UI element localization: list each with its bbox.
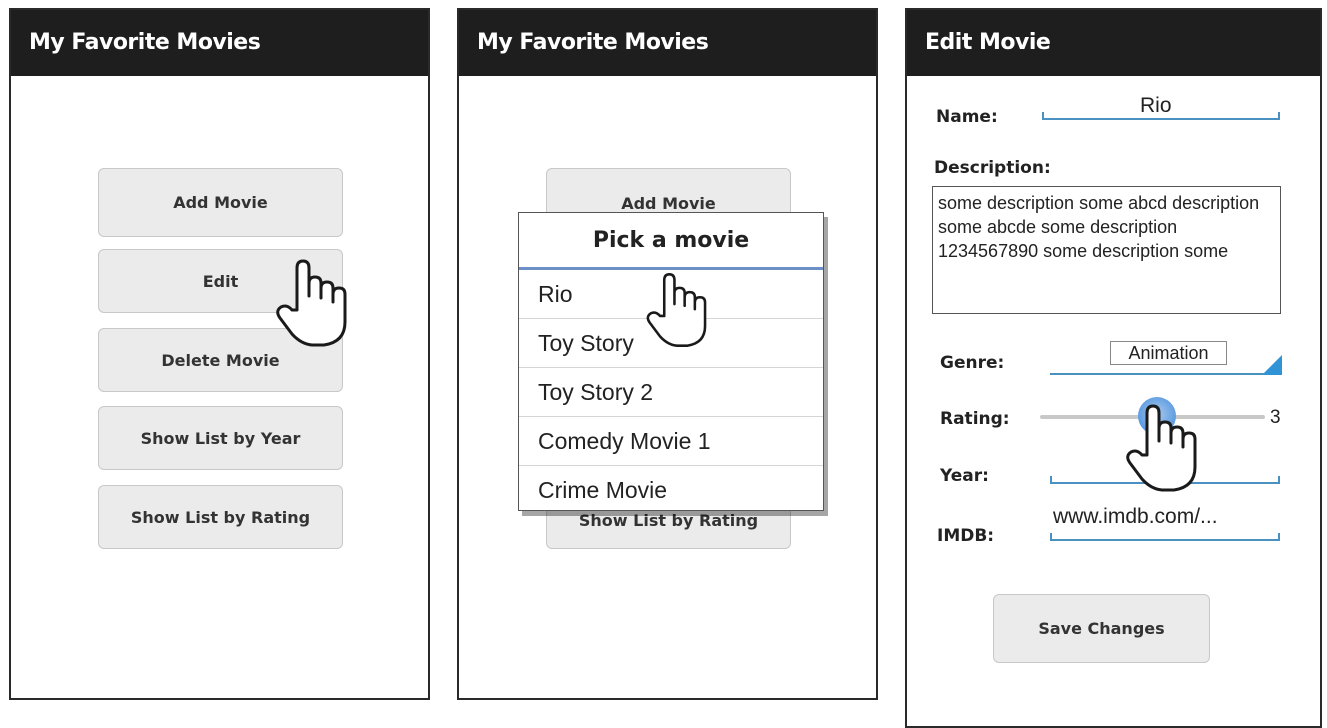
- description-textarea[interactable]: some description some abcd description s…: [932, 186, 1281, 314]
- title-bar: Edit Movie: [907, 10, 1320, 76]
- name-field[interactable]: [1042, 112, 1280, 120]
- hand-pointer-icon: [1126, 404, 1197, 492]
- add-movie-button[interactable]: Add Movie: [98, 168, 343, 237]
- genre-value: Animation: [1110, 341, 1227, 365]
- hand-pointer-icon: [646, 273, 707, 347]
- show-list-by-rating-button[interactable]: Show List by Rating: [98, 485, 343, 549]
- pick-movie-popup: Pick a movie Rio Toy Story Toy Story 2 C…: [518, 212, 824, 511]
- save-changes-button[interactable]: Save Changes: [993, 594, 1210, 663]
- dropdown-triangle-icon: [1262, 355, 1282, 375]
- rating-label: Rating:: [940, 409, 1010, 429]
- rating-value: 3: [1270, 407, 1281, 428]
- show-list-by-year-button[interactable]: Show List by Year: [98, 406, 343, 470]
- title-bar: My Favorite Movies: [11, 10, 428, 76]
- name-field-value: Rio: [1140, 94, 1172, 117]
- genre-underline: [1050, 373, 1282, 375]
- imdb-field[interactable]: [1050, 533, 1280, 541]
- genre-select[interactable]: Animation: [1050, 338, 1282, 376]
- hand-pointer-icon: [276, 259, 347, 347]
- year-label: Year:: [940, 466, 989, 486]
- popup-title: Pick a movie: [519, 213, 823, 270]
- description-label: Description:: [934, 158, 1051, 178]
- movie-item-toy-story-2[interactable]: Toy Story 2: [519, 368, 823, 417]
- movie-item-comedy-movie-1[interactable]: Comedy Movie 1: [519, 417, 823, 466]
- movie-item-crime-movie[interactable]: Crime Movie: [519, 466, 823, 514]
- name-label: Name:: [936, 107, 998, 127]
- imdb-field-value: www.imdb.com/...: [1053, 505, 1218, 528]
- title-bar: My Favorite Movies: [459, 10, 876, 76]
- genre-label: Genre:: [940, 353, 1005, 373]
- imdb-label: IMDB:: [937, 526, 995, 546]
